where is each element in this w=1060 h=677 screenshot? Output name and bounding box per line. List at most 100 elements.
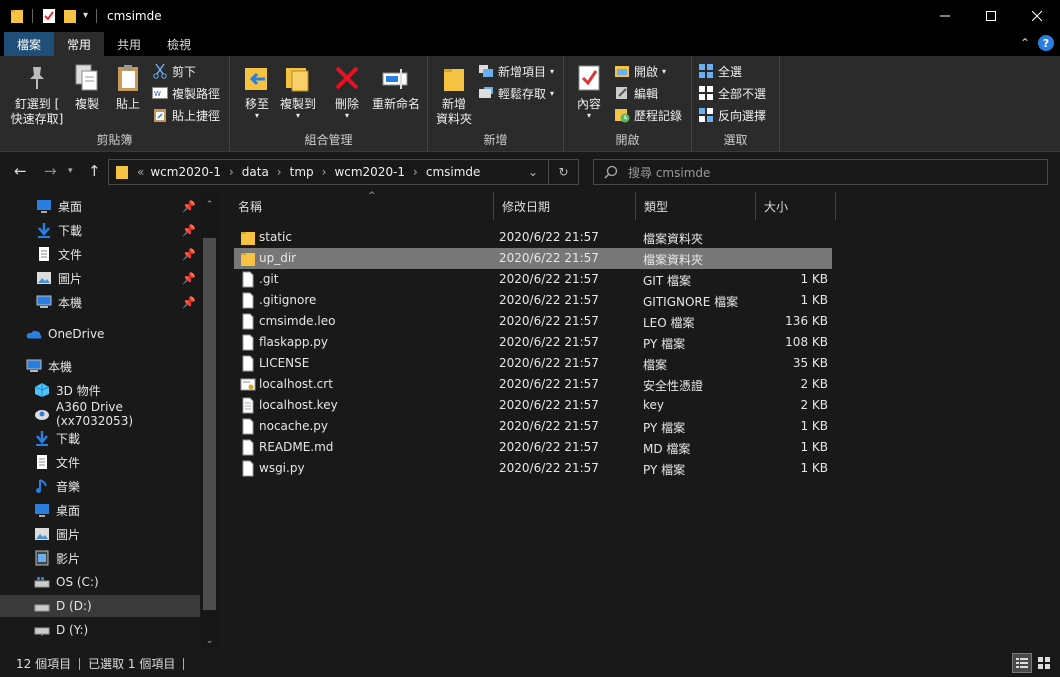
table-row[interactable]: wsgi.py 2020/6/22 21:57 PY 檔案 1 KB [234, 458, 832, 479]
table-row[interactable]: nocache.py 2020/6/22 21:57 PY 檔案 1 KB [234, 416, 832, 437]
sidebar-item-this-pc[interactable]: 本機 [0, 355, 200, 377]
pin-icon[interactable]: 📌 [182, 272, 196, 285]
history-button[interactable]: 歷程記錄 [614, 105, 682, 125]
maximize-button[interactable] [968, 0, 1014, 31]
chevron-right-icon[interactable]: › [277, 165, 282, 179]
breadcrumb-item[interactable]: data [242, 165, 269, 179]
properties-icon[interactable] [41, 8, 57, 24]
scrollbar-thumb[interactable] [203, 238, 216, 610]
table-row[interactable]: LICENSE 2020/6/22 21:57 檔案 35 KB [234, 353, 832, 374]
breadcrumb-item[interactable]: tmp [290, 165, 314, 179]
table-row[interactable]: flaskapp.py 2020/6/22 21:57 PY 檔案 108 KB [234, 332, 832, 353]
table-row[interactable]: up_dir 2020/6/22 21:57 檔案資料夾 [234, 248, 832, 269]
chevron-right-icon[interactable]: › [229, 165, 234, 179]
address-bar[interactable]: « wcm2020-1 › data › tmp › wcm2020-1 › c… [108, 159, 579, 185]
forward-arrow-icon[interactable]: → [44, 162, 57, 180]
address-history-chevron-icon[interactable]: ⌄ [518, 160, 548, 184]
new-folder-button[interactable]: 新增 資料夾 [432, 62, 476, 127]
table-row[interactable]: localhost.crt 2020/6/22 21:57 安全性憑證 2 KB [234, 374, 832, 395]
breadcrumb-item[interactable]: wcm2020-1 [150, 165, 221, 179]
tab-share[interactable]: 共用 [104, 32, 154, 56]
sidebar-item-downloads[interactable]: 下載 📌 [0, 219, 200, 241]
breadcrumb-item[interactable]: cmsimde [426, 165, 481, 179]
file-list: 名稱 ^ 修改日期 類型 大小 static 2020/6/22 21:57 檔案資… [218, 191, 1060, 650]
up-arrow-icon[interactable]: ↑ [88, 162, 101, 180]
sidebar-item-pictures[interactable]: 圖片 📌 [0, 267, 200, 289]
chevron-right-icon[interactable]: › [322, 165, 327, 179]
table-row[interactable]: cmsimde.leo 2020/6/22 21:57 LEO 檔案 136 KB [234, 311, 832, 332]
column-header-date[interactable]: 修改日期 [494, 192, 636, 220]
scroll-up-icon[interactable]: ⌃ [201, 200, 218, 210]
copy-path-button[interactable]: W 複製路徑 [152, 83, 220, 103]
search-box[interactable]: 搜尋 cmsimde [593, 159, 1048, 185]
new-folder-label-2: 資料夾 [435, 112, 472, 126]
customize-toolbar-icon[interactable]: ▾ [83, 10, 88, 21]
minimize-button[interactable] [922, 0, 968, 31]
table-row[interactable]: static 2020/6/22 21:57 檔案資料夾 [234, 227, 832, 248]
breadcrumb-item[interactable]: wcm2020-1 [334, 165, 405, 179]
sidebar-item-drive-y[interactable]: D (Y:) [0, 619, 200, 641]
sidebar-item-this-pc-pinned[interactable]: 本機 📌 [0, 291, 200, 313]
sidebar-item-documents[interactable]: 文件 📌 [0, 243, 200, 265]
scroll-down-icon[interactable]: ⌄ [201, 636, 218, 646]
delete-button[interactable]: 刪除 ▾ [332, 62, 362, 120]
sidebar-item-documents-pc[interactable]: 文件 [0, 451, 200, 473]
breadcrumb-overflow[interactable]: « [137, 165, 144, 179]
sidebar-item-downloads-pc[interactable]: 下載 [0, 427, 200, 449]
details-view-button[interactable] [1012, 653, 1032, 673]
pin-icon[interactable]: 📌 [182, 224, 196, 237]
sidebar-item-pictures-pc[interactable]: 圖片 [0, 523, 200, 545]
column-header-type[interactable]: 類型 [636, 192, 756, 220]
collapse-ribbon-icon[interactable]: ⌃ [1020, 36, 1030, 50]
invert-selection-button[interactable]: 反向選擇 [698, 105, 766, 125]
delete-icon [335, 66, 359, 90]
refresh-icon[interactable]: ↻ [548, 160, 578, 184]
large-icons-view-button[interactable] [1034, 653, 1054, 673]
copy-to-button[interactable]: 複製到 ▾ [278, 62, 318, 120]
move-to-button[interactable]: 移至 ▾ [240, 62, 274, 120]
table-row[interactable]: .git 2020/6/22 21:57 GIT 檔案 1 KB [234, 269, 832, 290]
pin-icon[interactable]: 📌 [182, 296, 196, 309]
table-row[interactable]: .gitignore 2020/6/22 21:57 GITIGNORE 檔案 1 K… [234, 290, 832, 311]
sidebar-item-desktop[interactable]: 桌面 📌 [0, 195, 200, 217]
pin-icon[interactable]: 📌 [182, 200, 196, 213]
pin-quick-access-button[interactable]: 釘選到 [ 快速存取] [8, 62, 66, 127]
tab-home[interactable]: 常用 [54, 32, 105, 56]
sidebar-item-a360-drive[interactable]: A360 Drive (xx7032053) [0, 400, 200, 428]
pin-icon[interactable]: 📌 [182, 248, 196, 261]
copy-button[interactable]: 複製 [70, 62, 104, 112]
tab-file[interactable]: 檔案 [4, 32, 55, 56]
sidebar-item-drive-d[interactable]: D (D:) [0, 595, 200, 617]
details-view-icon [1016, 658, 1028, 668]
sidebar-item-drive-c[interactable]: OS (C:) [0, 571, 200, 593]
back-arrow-icon[interactable]: ← [14, 162, 27, 180]
select-none-button[interactable]: 全部不選 [698, 83, 766, 103]
select-all-button[interactable]: 全選 [698, 61, 742, 81]
sidebar-item-desktop-pc[interactable]: 桌面 [0, 499, 200, 521]
properties-button[interactable]: 內容 ▾ [572, 62, 606, 120]
sidebar-item-music[interactable]: 音樂 [0, 475, 200, 497]
edit-button[interactable]: 編輯 [614, 83, 658, 103]
recent-locations-icon[interactable]: ▾ [68, 166, 73, 176]
open-button[interactable]: 開啟 ▾ [614, 61, 666, 81]
close-button[interactable] [1014, 0, 1060, 31]
column-header-size[interactable]: 大小 [756, 192, 836, 220]
easy-access-button[interactable]: 輕鬆存取 ▾ [478, 83, 554, 103]
paste-shortcut-button[interactable]: 貼上捷徑 [152, 105, 220, 125]
paste-button[interactable]: 貼上 [111, 62, 145, 112]
rename-button[interactable]: 重新命名 [368, 62, 424, 112]
tab-view[interactable]: 檢視 [154, 32, 204, 56]
new-folder-icon[interactable] [63, 8, 77, 24]
help-icon[interactable]: ? [1038, 35, 1054, 51]
new-item-button[interactable]: 新增項目 ▾ [478, 61, 554, 81]
column-header-name[interactable]: 名稱 ^ [230, 191, 494, 220]
sidebar-item-onedrive[interactable]: OneDrive [0, 323, 200, 345]
cut-button[interactable]: 剪下 [152, 61, 196, 81]
table-row[interactable]: README.md 2020/6/22 21:57 MD 檔案 1 KB [234, 437, 832, 458]
sidebar-item-videos[interactable]: 影片 [0, 547, 200, 569]
quick-access-toolbar: ▾ [0, 0, 99, 31]
sidebar-item-3d-objects[interactable]: 3D 物件 [0, 379, 200, 401]
sidebar-scrollbar[interactable]: ⌃ ⌄ [201, 192, 218, 650]
chevron-right-icon[interactable]: › [413, 165, 418, 179]
table-row[interactable]: localhost.key 2020/6/22 21:57 key 2 KB [234, 395, 832, 416]
